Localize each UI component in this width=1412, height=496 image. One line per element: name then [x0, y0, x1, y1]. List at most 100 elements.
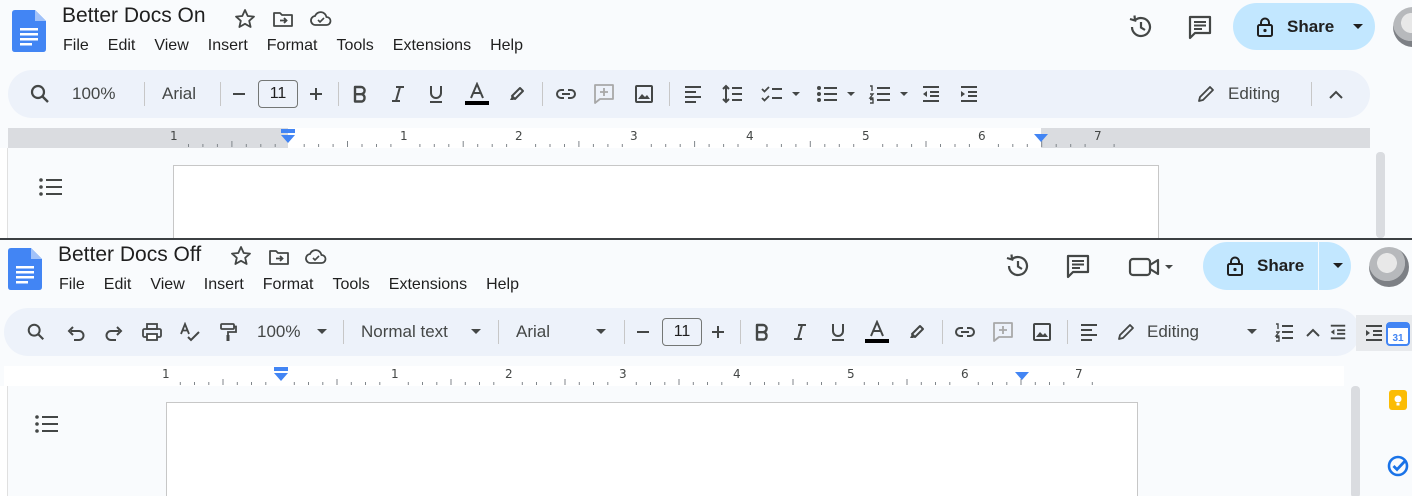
italic-button[interactable]: [387, 70, 409, 118]
align-button[interactable]: [1077, 308, 1101, 356]
menu-help[interactable]: Help: [490, 37, 523, 55]
underline-button[interactable]: [425, 70, 447, 118]
insert-link-button[interactable]: [553, 70, 579, 118]
spelling-check-button[interactable]: [178, 308, 202, 356]
menu-help[interactable]: Help: [486, 276, 519, 294]
zoom-select[interactable]: 100%: [72, 70, 115, 118]
comments-icon[interactable]: [1185, 12, 1215, 42]
highlight-color-button[interactable]: [506, 70, 528, 118]
add-comment-button[interactable]: [592, 70, 616, 118]
menu-tools[interactable]: Tools: [332, 276, 369, 294]
document-outline-icon[interactable]: [38, 176, 64, 198]
undo-button[interactable]: [64, 308, 88, 356]
hide-menus-button[interactable]: [1324, 70, 1348, 118]
insert-image-button[interactable]: [1030, 308, 1054, 356]
move-folder-icon[interactable]: [267, 245, 291, 269]
star-icon[interactable]: [229, 244, 253, 268]
document-page[interactable]: [166, 402, 1138, 496]
numbered-list-button[interactable]: [867, 70, 913, 118]
menu-edit[interactable]: Edit: [104, 276, 132, 294]
docs-logo-icon[interactable]: [8, 248, 42, 290]
bold-button[interactable]: [349, 70, 371, 118]
vertical-scrollbar[interactable]: [1351, 386, 1360, 496]
move-folder-icon[interactable]: [271, 7, 295, 31]
font-size-input[interactable]: 11: [258, 80, 298, 108]
document-outline-icon[interactable]: [34, 413, 60, 435]
decrease-font-size-button[interactable]: [632, 308, 654, 356]
document-title[interactable]: Better Docs On: [62, 4, 206, 28]
font-dropdown-icon[interactable]: [595, 328, 607, 336]
editing-mode-icon-wrap[interactable]: [1194, 70, 1218, 118]
increase-indent-button[interactable]: [957, 70, 981, 118]
menu-tools[interactable]: Tools: [336, 37, 373, 55]
share-button[interactable]: Share: [1233, 3, 1375, 50]
editing-mode-icon-wrap[interactable]: [1114, 308, 1138, 356]
redo-button[interactable]: [102, 308, 126, 356]
left-indent-marker[interactable]: [274, 367, 288, 383]
increase-font-size-button[interactable]: [305, 70, 327, 118]
text-color-button[interactable]: [463, 70, 491, 118]
menu-extensions[interactable]: Extensions: [389, 276, 467, 294]
add-comment-button[interactable]: [991, 308, 1015, 356]
cloud-saved-icon[interactable]: [309, 7, 333, 31]
hide-menus-button[interactable]: [1302, 308, 1324, 356]
underline-button[interactable]: [827, 308, 849, 356]
account-avatar[interactable]: [1393, 7, 1412, 47]
right-indent-marker[interactable]: [1015, 372, 1029, 382]
paragraph-style-select[interactable]: Normal text: [361, 308, 448, 356]
checklist-button[interactable]: [759, 70, 805, 118]
meet-video-icon[interactable]: [1126, 254, 1178, 280]
numbered-list-button[interactable]: [1272, 308, 1296, 356]
decrease-indent-button[interactable]: [919, 70, 943, 118]
vertical-scrollbar[interactable]: [1376, 152, 1385, 238]
version-history-icon[interactable]: [1003, 251, 1033, 281]
menu-format[interactable]: Format: [267, 37, 318, 55]
version-history-icon[interactable]: [1126, 12, 1156, 42]
font-size-input[interactable]: 11: [662, 318, 702, 346]
decrease-font-size-button[interactable]: [228, 70, 250, 118]
document-title[interactable]: Better Docs Off: [58, 243, 201, 267]
editing-mode-label[interactable]: Editing: [1228, 70, 1280, 118]
editing-mode-label[interactable]: Editing: [1147, 308, 1199, 356]
bulleted-list-button[interactable]: [814, 70, 860, 118]
text-color-button[interactable]: [863, 308, 891, 356]
document-page[interactable]: [173, 165, 1159, 238]
menu-edit[interactable]: Edit: [108, 37, 136, 55]
menu-insert[interactable]: Insert: [208, 37, 248, 55]
print-button[interactable]: [140, 308, 164, 356]
increase-font-size-button[interactable]: [707, 308, 729, 356]
right-indent-marker[interactable]: [1034, 134, 1048, 144]
keep-icon[interactable]: [1386, 388, 1410, 412]
menu-view[interactable]: View: [154, 37, 188, 55]
menu-format[interactable]: Format: [263, 276, 314, 294]
menu-insert[interactable]: Insert: [204, 276, 244, 294]
search-menus-button[interactable]: [26, 70, 54, 118]
paint-format-button[interactable]: [216, 308, 240, 356]
menu-extensions[interactable]: Extensions: [393, 37, 471, 55]
style-dropdown-icon[interactable]: [470, 328, 482, 336]
italic-button[interactable]: [789, 308, 811, 356]
align-button[interactable]: [681, 70, 705, 118]
line-spacing-button[interactable]: [719, 70, 745, 118]
tasks-icon[interactable]: [1386, 454, 1410, 478]
side-panel-toggle[interactable]: 31: [1356, 315, 1412, 351]
menu-view[interactable]: View: [150, 276, 184, 294]
insert-link-button[interactable]: [952, 308, 978, 356]
docs-logo-icon[interactable]: [12, 10, 46, 52]
comments-icon[interactable]: [1063, 251, 1093, 281]
decrease-indent-button[interactable]: [1327, 308, 1349, 356]
star-icon[interactable]: [233, 7, 257, 31]
horizontal-ruler[interactable]: 1 1 2 3 4 5 6 7: [4, 366, 1344, 386]
menu-file[interactable]: File: [63, 37, 89, 55]
editing-dropdown-icon[interactable]: [1246, 328, 1258, 336]
search-menus-button[interactable]: [24, 308, 48, 356]
bold-button[interactable]: [751, 308, 773, 356]
menu-file[interactable]: File: [59, 276, 85, 294]
share-button[interactable]: Share: [1203, 242, 1351, 290]
account-avatar[interactable]: [1369, 247, 1409, 287]
zoom-select[interactable]: 100%: [257, 308, 300, 356]
zoom-dropdown-icon[interactable]: [316, 328, 328, 336]
font-select[interactable]: Arial: [162, 70, 196, 118]
horizontal-ruler[interactable]: 1 1 2 3 4 5 6 7: [8, 128, 1370, 148]
share-dropdown-icon[interactable]: [1352, 23, 1364, 31]
